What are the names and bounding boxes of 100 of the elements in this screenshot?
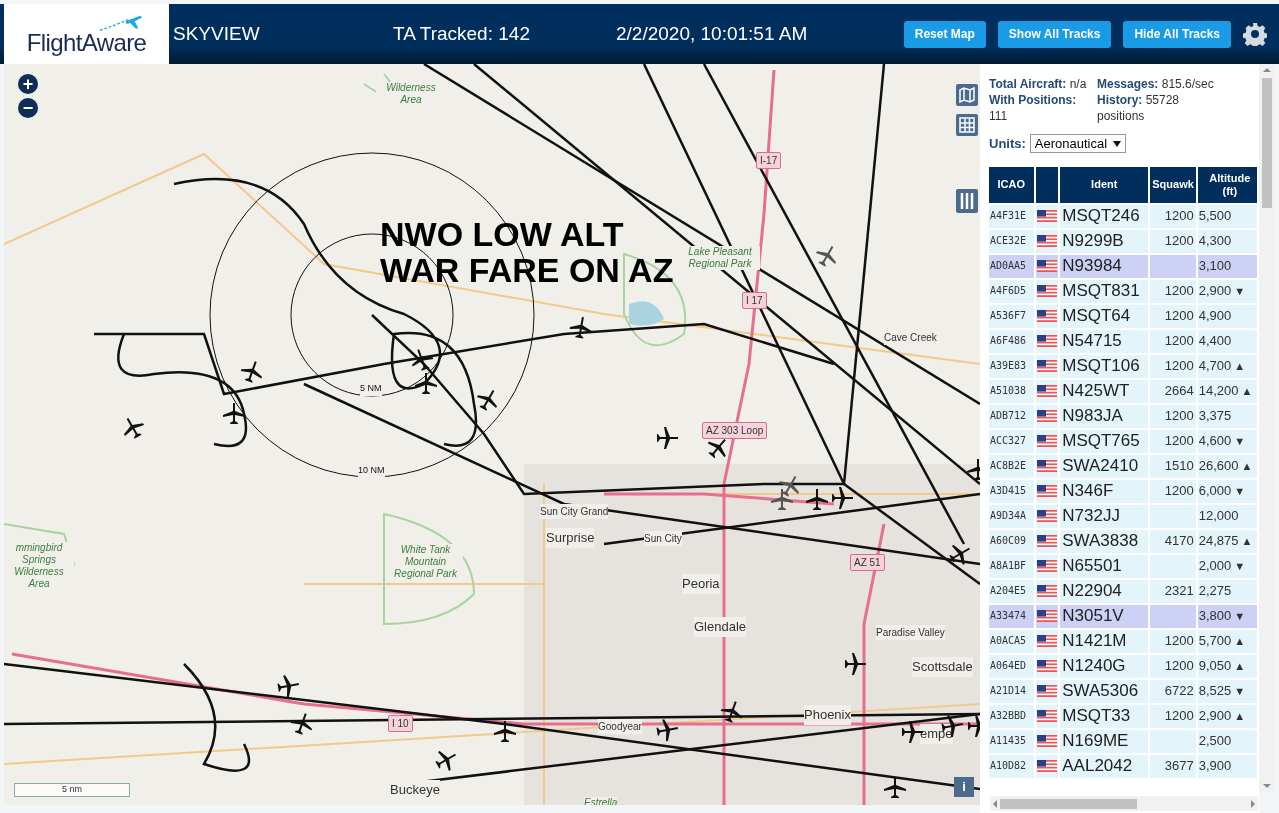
icao-cell: A4F6D5: [989, 279, 1034, 303]
altitude-cell: 4,600 ▼: [1197, 429, 1257, 453]
us-flag-icon: [1036, 560, 1057, 572]
ident-cell: N3051V: [1060, 604, 1149, 628]
place-label: Phoenix: [804, 705, 851, 725]
place-label: Sun City: [644, 531, 682, 546]
airplane-icon[interactable]: [655, 718, 679, 742]
app-title: SKYVIEW: [173, 21, 261, 46]
altitude-cell: 2,000 ▼: [1197, 554, 1257, 578]
total-aircraft-stat: Total Aircraft: n/a: [989, 76, 1088, 92]
altitude-cell: 14,200 ▲: [1197, 379, 1257, 403]
road-label: I-17: [756, 152, 782, 169]
icao-cell: A8A1BF: [989, 554, 1034, 578]
altitude-cell: 4,300: [1197, 229, 1257, 253]
airplane-icon[interactable]: [830, 486, 854, 510]
altitude-cell: 24,875 ▲: [1197, 529, 1257, 553]
map-icon[interactable]: [956, 84, 978, 106]
annotation-text: NWO LOW ALT: [380, 217, 624, 253]
airplane-icon[interactable]: [720, 700, 744, 724]
airplane-icon[interactable]: [276, 674, 300, 698]
road-label: I 17: [742, 292, 767, 309]
zoom-in-button[interactable]: +: [18, 74, 38, 94]
squawk-cell: 1200: [1150, 654, 1196, 678]
icao-cell: A4F31E: [989, 204, 1034, 228]
column-header[interactable]: ICAO: [989, 166, 1034, 203]
airplane-icon[interactable]: [778, 474, 802, 498]
column-header[interactable]: Squawk: [1150, 166, 1196, 203]
airplane-icon[interactable]: [493, 720, 517, 744]
columns-icon[interactable]: [956, 189, 978, 213]
scrollbar-thumb[interactable]: [1000, 798, 1137, 809]
ident-cell: MSQT831: [1060, 279, 1149, 303]
squawk-cell: 1200: [1150, 329, 1196, 353]
ident-cell: N346F: [1060, 479, 1149, 503]
squawk-cell: 2664: [1150, 379, 1196, 403]
icao-cell: A32BBD: [989, 704, 1034, 728]
altitude-cell: 3,800 ▼: [1197, 604, 1257, 628]
us-flag-icon: [1036, 660, 1057, 672]
column-header[interactable]: Altitude (ft): [1197, 166, 1257, 203]
road-label: I 10: [388, 715, 413, 732]
ident-cell: SWA2410: [1060, 454, 1149, 478]
us-flag-icon: [1036, 735, 1057, 747]
squawk-cell: 4170: [1150, 529, 1196, 553]
ident-cell: MSQT106: [1060, 354, 1149, 378]
icao-cell: A536F7: [989, 304, 1034, 328]
column-header[interactable]: Ident: [1060, 166, 1149, 203]
airplane-icon[interactable]: [290, 712, 314, 736]
icao-cell: A11435: [989, 729, 1034, 753]
us-flag-icon: [1036, 535, 1057, 547]
place-label: Paradise Valley: [876, 625, 945, 640]
airplane-icon[interactable]: [414, 372, 438, 396]
road-label: AZ 51: [850, 554, 885, 571]
airplane-icon[interactable]: [240, 360, 264, 384]
place-label: Goodyear: [598, 719, 642, 734]
ident-cell: SWA5306: [1060, 679, 1149, 703]
us-flag-icon: [1036, 635, 1057, 647]
scroll-right-icon[interactable]: [1248, 798, 1258, 809]
airplane-icon[interactable]: [948, 542, 972, 566]
us-flag-icon: [1036, 335, 1057, 347]
squawk-cell: 1200: [1150, 229, 1196, 253]
airplane-icon[interactable]: [410, 348, 434, 372]
us-flag-icon: [1036, 410, 1057, 422]
airplane-icon[interactable]: [805, 488, 829, 512]
icao-cell: A10D82: [989, 754, 1034, 778]
airplane-icon[interactable]: [434, 748, 458, 772]
squawk-cell: 3677: [1150, 754, 1196, 778]
airplane-icon[interactable]: [121, 416, 145, 440]
horizontal-scrollbar[interactable]: [990, 796, 1258, 811]
scrollbar-thumb[interactable]: [1262, 78, 1272, 208]
place-label: Peoria: [682, 574, 720, 594]
zoom-out-button[interactable]: −: [18, 98, 38, 118]
squawk-cell: 1200: [1150, 404, 1196, 428]
us-flag-icon: [1036, 460, 1057, 472]
us-flag-icon: [1036, 760, 1057, 772]
squawk-cell: [1150, 554, 1196, 578]
us-flag-icon: [1036, 710, 1057, 722]
airplane-icon[interactable]: [843, 652, 867, 676]
units-label: Units:: [989, 135, 1026, 153]
squawk-cell: 1200: [1150, 279, 1196, 303]
icao-cell: A3D415: [989, 479, 1034, 503]
grid-icon[interactable]: [956, 114, 978, 136]
units-dropdown[interactable]: Aeronautical: [1029, 134, 1127, 154]
ident-cell: MSQT64: [1060, 304, 1149, 328]
flag-column-header[interactable]: [1035, 166, 1059, 203]
altitude-cell: 5,500: [1197, 204, 1257, 228]
icao-cell: A21D14: [989, 679, 1034, 703]
airplane-icon[interactable]: [569, 316, 593, 340]
airplane-icon[interactable]: [476, 388, 500, 412]
airplane-icon[interactable]: [222, 402, 246, 426]
settings-icon[interactable]: [1243, 22, 1267, 46]
airplane-icon[interactable]: [883, 776, 907, 800]
airplane-icon[interactable]: [815, 244, 839, 268]
info-button[interactable]: i: [954, 777, 974, 797]
icao-cell: A39E83: [989, 354, 1034, 378]
place-label: Sun City Grand: [540, 504, 609, 519]
squawk-cell: [1150, 604, 1196, 628]
vertical-scrollbar[interactable]: [1259, 64, 1275, 792]
lake: [629, 301, 664, 326]
us-flag-icon: [1036, 610, 1057, 622]
ident-cell: N54715: [1060, 329, 1149, 353]
airplane-icon[interactable]: [655, 426, 679, 450]
